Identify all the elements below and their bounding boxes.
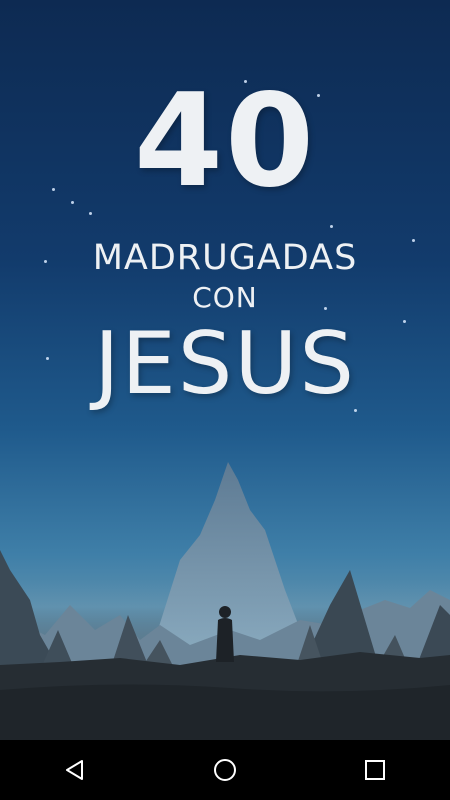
title-madrugadas: MADRUGADAS <box>92 238 358 278</box>
recents-button[interactable] <box>345 740 405 800</box>
back-triangle-icon <box>66 760 83 780</box>
foreground <box>0 684 450 740</box>
title-jesus: JESUS <box>94 314 356 414</box>
star <box>330 225 333 228</box>
home-circle-icon <box>214 759 236 781</box>
back-button[interactable] <box>45 740 105 800</box>
system-navigation-bar <box>0 740 450 800</box>
star <box>89 212 92 215</box>
title-con: CON <box>192 281 258 314</box>
mountain-landscape <box>0 462 450 740</box>
home-button[interactable] <box>195 740 255 800</box>
recents-square-icon <box>365 760 385 780</box>
splash-screen: 40 MADRUGADAS CON JESUS <box>0 0 450 740</box>
title-number: 40 <box>133 67 317 216</box>
